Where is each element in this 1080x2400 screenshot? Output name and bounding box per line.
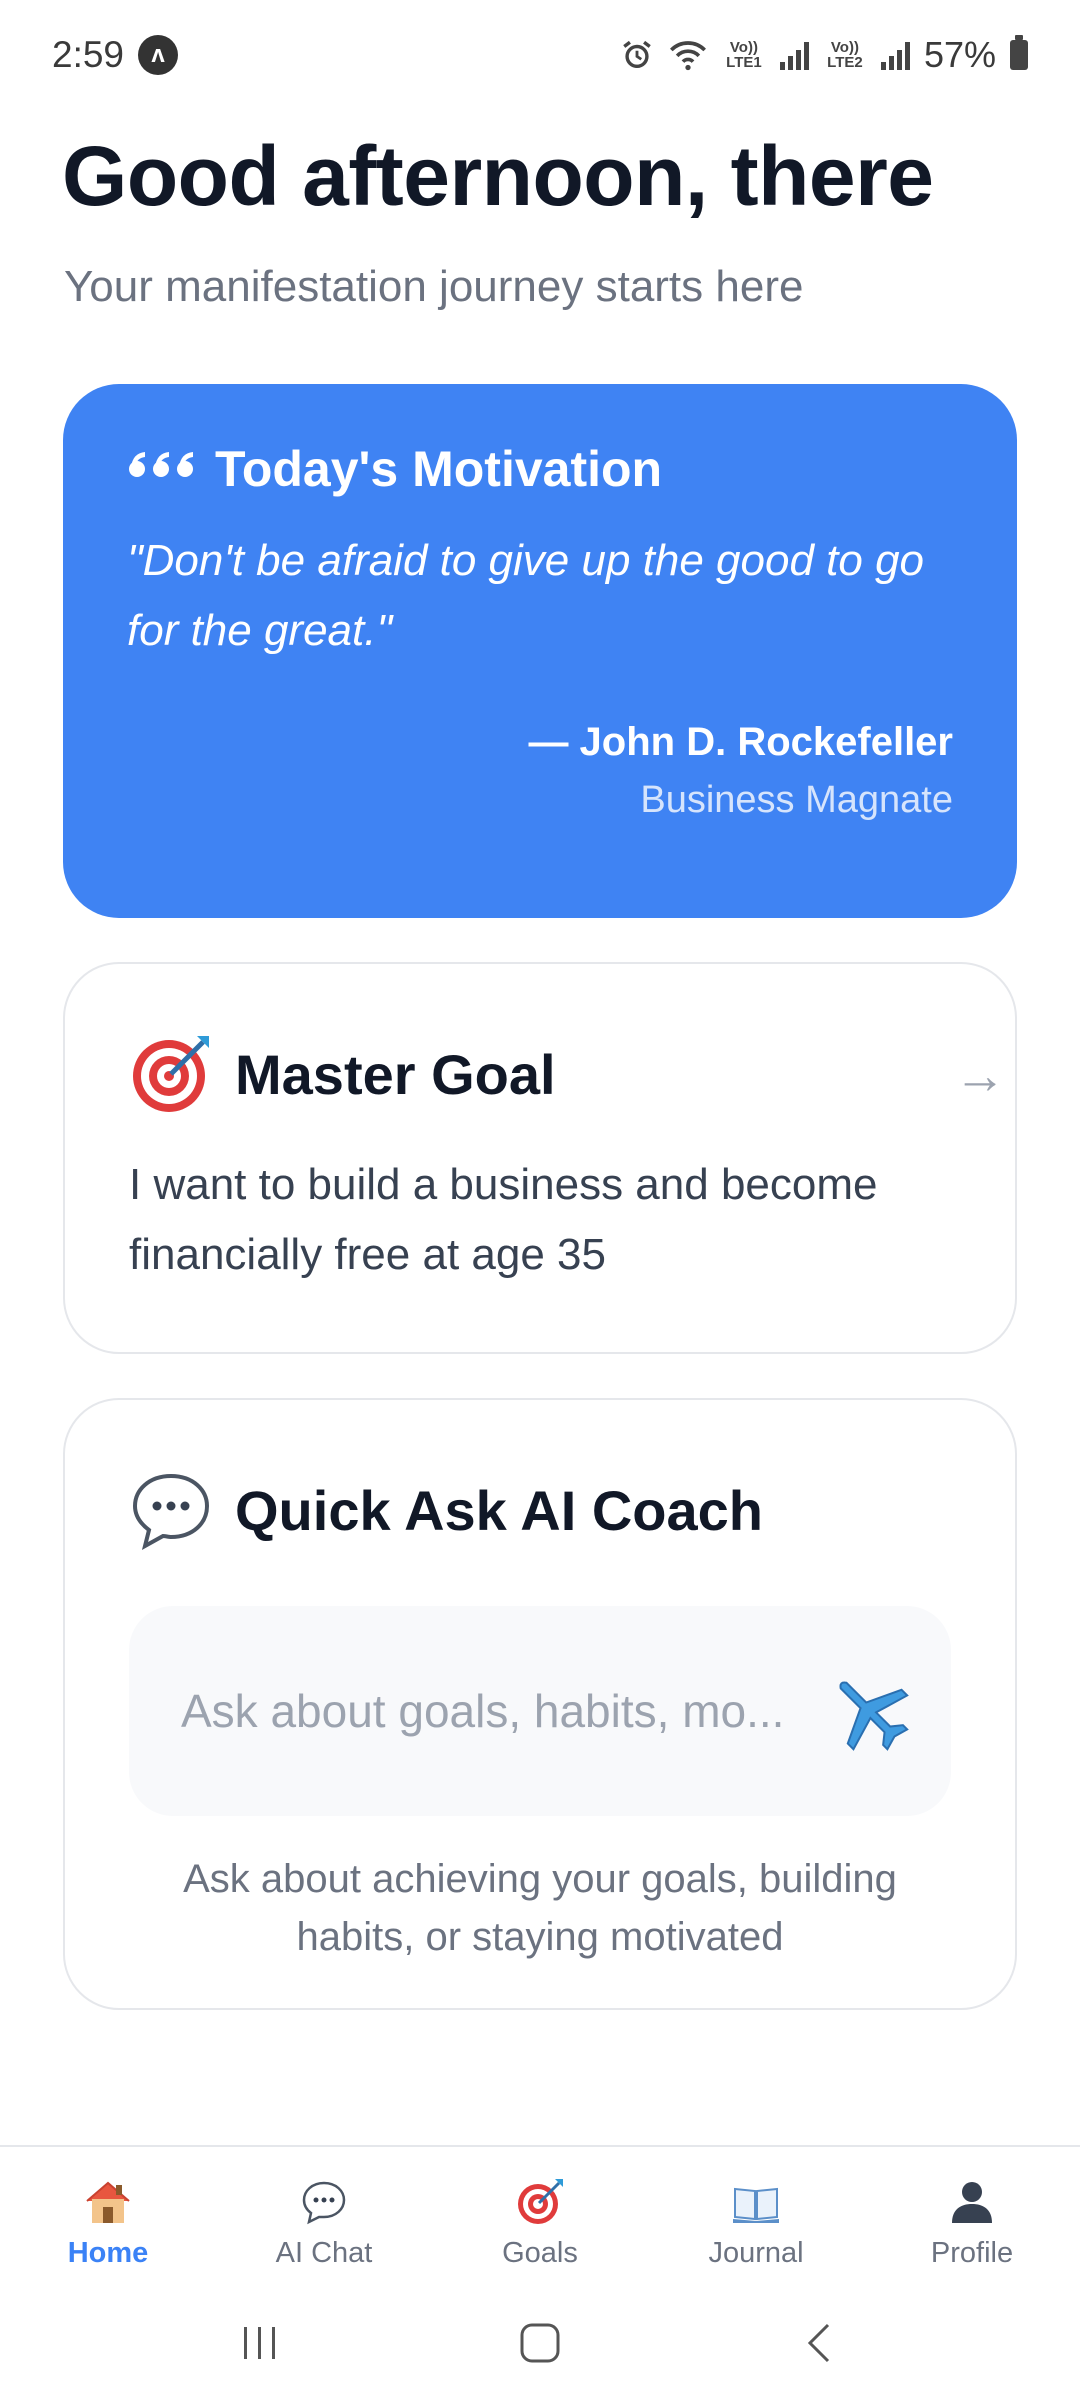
- master-goal-title: Master Goal: [235, 1042, 556, 1106]
- back-button[interactable]: [760, 2313, 880, 2373]
- status-left: 2:59 ʌ: [52, 34, 179, 76]
- status-bar: 2:59 ʌ Vo)) LTE1 Vo)) LTE2 57%: [0, 0, 1080, 110]
- motivation-card: Today's Motivation "Don't be afraid to g…: [63, 384, 1017, 918]
- ai-coach-hint: Ask about achieving your goals, building…: [183, 1857, 897, 1959]
- status-time: 2:59: [52, 34, 125, 75]
- quote-text: "Don't be afraid to give up the good to …: [127, 536, 925, 655]
- system-nav-bar: [0, 2285, 1080, 2400]
- nav-label-home: Home: [67, 2237, 149, 2269]
- alarm-icon: [623, 40, 651, 69]
- motivation-title: Today's Motivation: [215, 441, 663, 497]
- home-system-button[interactable]: [480, 2313, 600, 2373]
- ask-coach-placeholder[interactable]: Ask about goals, habits, mo...: [181, 1684, 784, 1738]
- quote-icon: [129, 452, 193, 477]
- ai-coach-header: Quick Ask AI Coach: [129, 1468, 951, 1552]
- nav-label-profile: Profile: [930, 2237, 1014, 2269]
- network-1-label: Vo)) LTE1: [726, 39, 762, 71]
- target-icon: [133, 1036, 209, 1112]
- airplane-icon[interactable]: [827, 1669, 911, 1753]
- motivation-header: Today's Motivation: [127, 440, 953, 498]
- recent-apps-icon: [244, 2326, 275, 2359]
- battery-icon: [1010, 35, 1028, 70]
- nav-item-goals[interactable]: Goals: [440, 2177, 640, 2285]
- book-icon: [733, 2187, 779, 2223]
- bottom-nav: Home AI Chat Goals Journal Profile: [0, 2145, 1080, 2285]
- status-right: Vo)) LTE1 Vo)) LTE2 57%: [620, 34, 1028, 76]
- wifi-icon: [669, 41, 706, 71]
- nav-item-profile[interactable]: Profile: [872, 2177, 1072, 2285]
- battery-percent: 57%: [923, 34, 996, 75]
- page-subtitle: Your manifestation journey starts here: [64, 262, 804, 311]
- recent-apps-button[interactable]: [200, 2313, 320, 2373]
- back-chevron-icon: [807, 2323, 830, 2362]
- arrow-right-icon[interactable]: →: [954, 1046, 1006, 1106]
- signal-2-icon: [880, 40, 910, 70]
- nav-item-journal[interactable]: Journal: [656, 2177, 856, 2285]
- home-screen: 2:59 ʌ Vo)) LTE1 Vo)) LTE2 57% Good afte…: [0, 0, 1080, 2400]
- home-square-icon: [520, 2323, 560, 2362]
- speech-bubble-icon: [132, 1473, 210, 1550]
- quote-author-role: Business Magnate: [640, 779, 953, 821]
- house-icon: [86, 2181, 130, 2223]
- ai-coach-card: Quick Ask AI Coach Ask about goals, habi…: [63, 1398, 1017, 2010]
- signal-1-icon: [779, 40, 809, 70]
- quote-author: — John D. Rockefeller: [528, 720, 953, 764]
- page-title: Good afternoon, there: [62, 129, 934, 223]
- person-icon: [952, 2182, 992, 2223]
- navigation-badge-icon: ʌ: [138, 35, 179, 75]
- master-goal-card[interactable]: Master Goal I want to build a business a…: [63, 962, 1017, 1354]
- nav-item-home[interactable]: Home: [8, 2177, 208, 2285]
- nav-label-goals: Goals: [502, 2237, 578, 2269]
- master-goal-text: I want to build a business and become fi…: [129, 1160, 878, 1279]
- ask-coach-input[interactable]: Ask about goals, habits, mo...: [129, 1606, 951, 1816]
- ai-coach-title: Quick Ask AI Coach: [235, 1478, 764, 1542]
- chat-icon: [302, 2181, 346, 2225]
- nav-label-journal: Journal: [708, 2237, 804, 2269]
- nav-item-ai-chat[interactable]: AI Chat: [224, 2177, 424, 2285]
- nav-label-ai-chat: AI Chat: [275, 2237, 373, 2269]
- master-goal-header: Master Goal: [129, 1032, 951, 1116]
- network-2-label: Vo)) LTE2: [827, 39, 863, 71]
- target-icon: [518, 2179, 563, 2224]
